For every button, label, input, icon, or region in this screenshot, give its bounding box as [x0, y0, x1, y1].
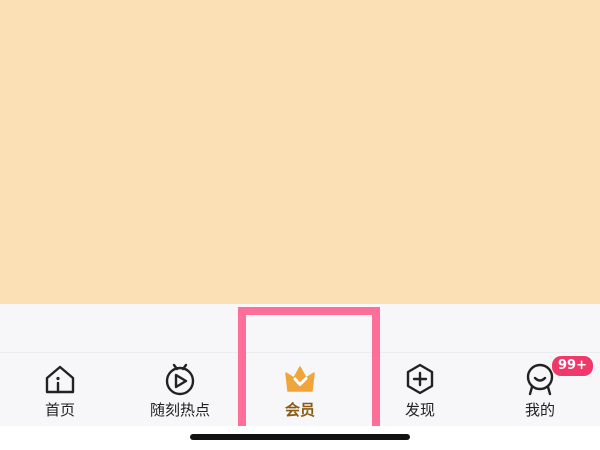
home-indicator-bar[interactable]	[190, 434, 410, 440]
content-area	[0, 0, 600, 304]
tv-play-icon	[163, 362, 197, 396]
home-icon	[43, 362, 77, 396]
tab-home[interactable]: 首页	[0, 353, 120, 427]
tab-hot-label: 随刻热点	[149, 401, 210, 419]
tab-hot[interactable]: 随刻热点	[120, 353, 240, 427]
notification-badge: 99+	[551, 355, 594, 377]
tab-home-label: 首页	[44, 401, 75, 419]
add-hexagon-icon	[403, 362, 437, 396]
highlight-box	[238, 307, 380, 440]
tab-profile-label: 我的	[524, 401, 555, 419]
